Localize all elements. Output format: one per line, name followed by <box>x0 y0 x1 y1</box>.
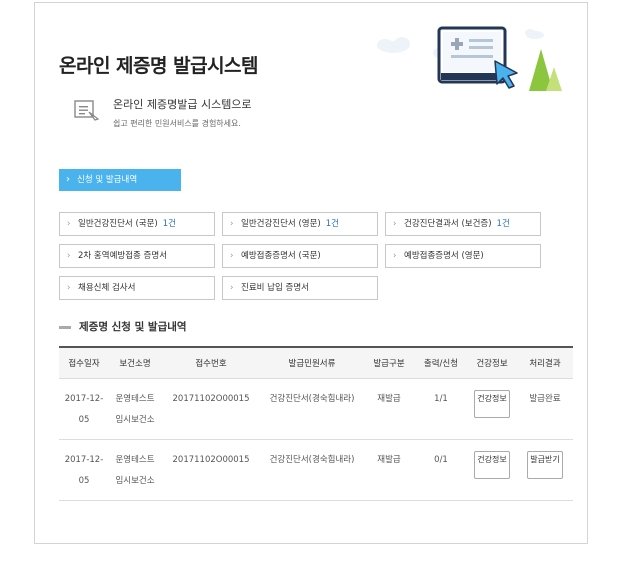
table-row: 2017-12-05 운영테스트 임시보건소 20171102O00015 건강… <box>59 439 573 501</box>
header-cell: 발급민원서류 <box>261 346 363 379</box>
cell-type: 재발급 <box>363 439 415 501</box>
cert-label: 건강진단결과서 (보건증) <box>404 219 492 229</box>
section-bar <box>59 325 71 329</box>
document-pen-icon <box>74 100 100 121</box>
issue-button[interactable]: 발급받기 <box>527 451 563 479</box>
cert-label: 2차 홍역예방접종 증명서 <box>78 251 168 261</box>
cert-label: 일반건강진단서 (국문) <box>78 219 158 229</box>
chevron-right-icon: › <box>393 219 397 229</box>
cell-center: 운영테스트 임시보건소 <box>109 378 161 440</box>
health-info-button[interactable]: 건강정보 <box>474 390 510 418</box>
cert-button-general-kr[interactable]: › 일반건강진단서 (국문) 1건 <box>59 212 215 236</box>
cell-result: 발급받기 <box>517 439 573 501</box>
cert-label: 채용신체 검사서 <box>78 283 136 293</box>
cert-label: 진료비 납입 증명서 <box>241 283 309 293</box>
header-cell: 접수번호 <box>161 346 261 379</box>
cell-center: 운영테스트 임시보건소 <box>109 439 161 501</box>
cert-label: 예방접종증명서 (영문) <box>404 251 484 261</box>
chevron-right-icon: › <box>230 219 234 229</box>
header-cell: 보건소명 <box>109 346 161 379</box>
cell-number: 20171102O00015 <box>161 439 261 501</box>
chevron-right-icon: › <box>393 251 397 261</box>
header-cell: 건강정보 <box>467 346 517 379</box>
header-cell: 출력/신청 <box>415 346 467 379</box>
page-title: 온라인 제증명 발급시스템 <box>59 55 259 77</box>
cert-button-vaccine-kr[interactable]: › 예방접종증명서 (국문) <box>222 244 378 268</box>
history-table: 접수일자 보건소명 접수번호 발급민원서류 발급구분 출력/신청 건강정보 처리… <box>59 346 573 501</box>
cert-button-measles[interactable]: › 2차 홍역예방접종 증명서 <box>59 244 215 268</box>
header-cell: 발급구분 <box>363 346 415 379</box>
chevron-right-icon: › <box>67 219 71 229</box>
cell-print: 1/1 <box>415 378 467 440</box>
cell-type: 재발급 <box>363 378 415 440</box>
history-section-title: 제증명 신청 및 발급내역 <box>59 319 187 334</box>
table-row: 2017-12-05 운영테스트 임시보건소 20171102O00015 건강… <box>59 378 573 440</box>
chevron-right-icon: › <box>67 251 71 261</box>
cert-button-health-result[interactable]: › 건강진단결과서 (보건증) 1건 <box>385 212 541 236</box>
cell-date: 2017-12-05 <box>59 439 109 501</box>
table-header-row: 접수일자 보건소명 접수번호 발급민원서류 발급구분 출력/신청 건강정보 처리… <box>59 346 573 379</box>
cert-button-payment[interactable]: › 진료비 납입 증명서 <box>222 276 378 300</box>
history-button[interactable]: 신청 및 발급내역 <box>59 169 181 191</box>
health-info-button[interactable]: 건강정보 <box>474 451 510 479</box>
cell-result: 발급완료 <box>517 378 573 440</box>
cell-health: 건강정보 <box>467 439 517 501</box>
intro-subtitle: 쉽고 편리한 민원서비스를 경험하세요. <box>113 119 241 128</box>
chevron-right-icon: › <box>67 283 71 293</box>
cell-number: 20171102O00015 <box>161 378 261 440</box>
cert-count: 1건 <box>496 219 510 229</box>
content-panel: 온라인 제증명 발급시스템 온라인 제증명발급 시스템으로 쉽고 편리한 민원서… <box>34 2 588 544</box>
header-cell: 접수일자 <box>59 346 109 379</box>
cell-doc: 건강진단서(경숙힘내라) <box>261 378 363 440</box>
cell-health: 건강정보 <box>467 378 517 440</box>
history-title: 제증명 신청 및 발급내역 <box>79 321 187 333</box>
cert-label: 예방접종증명서 (국문) <box>241 251 321 261</box>
cert-button-vaccine-en[interactable]: › 예방접종증명서 (영문) <box>385 244 541 268</box>
cert-count: 1건 <box>162 219 176 229</box>
chevron-right-icon: › <box>230 251 234 261</box>
chevron-right-icon: › <box>230 283 234 293</box>
cert-label: 일반건강진단서 (영문) <box>241 219 321 229</box>
header-cell: 처리결과 <box>517 346 573 379</box>
cell-doc: 건강진단서(경숙힘내라) <box>261 439 363 501</box>
cert-button-general-en[interactable]: › 일반건강진단서 (영문) 1건 <box>222 212 378 236</box>
intro-title: 온라인 제증명발급 시스템으로 <box>113 98 252 111</box>
cell-date: 2017-12-05 <box>59 378 109 440</box>
cert-count: 1건 <box>325 219 339 229</box>
cell-print: 0/1 <box>415 439 467 501</box>
monitor-cursor-icon <box>377 26 562 91</box>
cert-button-employment-exam[interactable]: › 채용신체 검사서 <box>59 276 215 300</box>
